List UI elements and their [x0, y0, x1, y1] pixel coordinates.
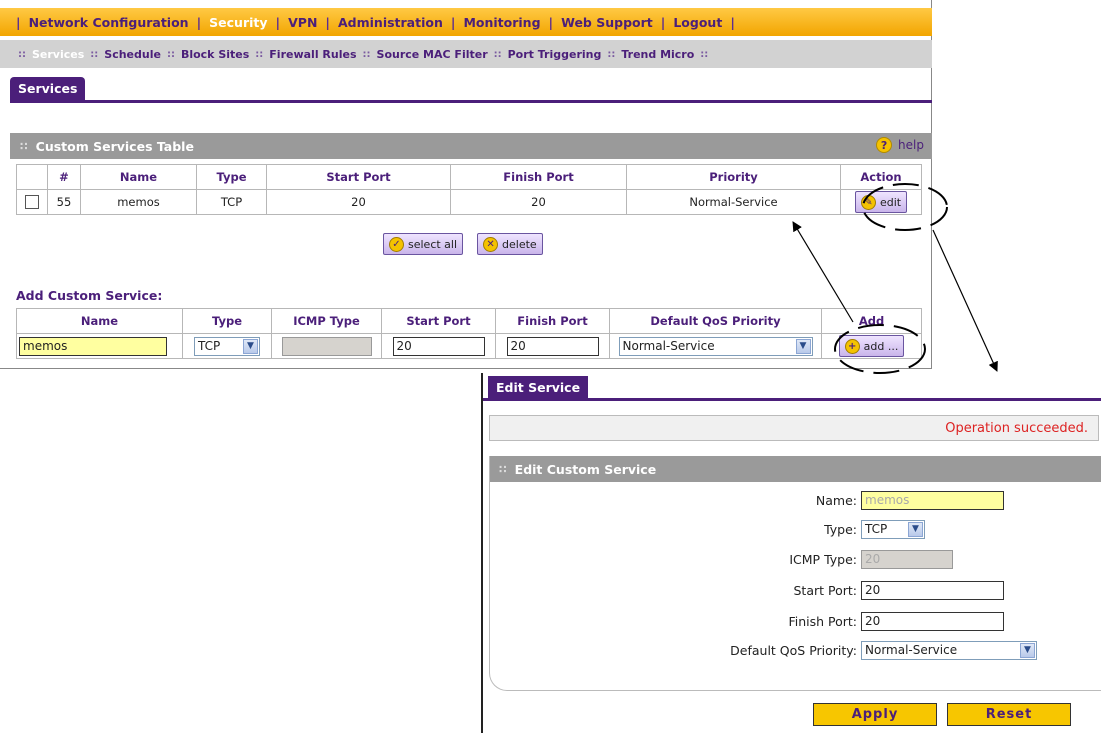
- edit-label: edit: [879, 195, 902, 209]
- nav-vpn[interactable]: VPN: [288, 15, 317, 30]
- grip-icon: ∷: [20, 139, 28, 153]
- nav-monitoring[interactable]: Monitoring: [463, 15, 540, 30]
- icmp-row: ICMP Type: 20: [490, 547, 1090, 571]
- select-all-label: select all: [408, 237, 458, 251]
- edit-form: Name: memos Type: TCP ▼ ICMP Type: 20 St…: [489, 456, 1101, 691]
- tab-services[interactable]: Services: [10, 77, 86, 100]
- priority-row: Default QoS Priority: Normal-Service ▼: [490, 638, 1090, 662]
- subnav-services[interactable]: Services: [32, 48, 84, 61]
- start-port-row: Start Port: 20: [490, 578, 1090, 602]
- nav-network-configuration[interactable]: Network Configuration: [29, 15, 189, 30]
- subnav-port-triggering[interactable]: Port Triggering: [508, 48, 602, 61]
- add-priority-select[interactable]: Normal-Service ▼: [618, 336, 813, 356]
- add-start-port-input[interactable]: 20: [392, 336, 485, 356]
- add-custom-service-label: Add Custom Service:: [16, 288, 163, 303]
- add-label: add ...: [863, 339, 899, 353]
- sub-nav: :: Services :: Schedule :: Block Sites :…: [0, 40, 932, 68]
- table-header-row: # Name Type Start Port Finish Port Prior…: [16, 164, 922, 190]
- edit-icmp-field: 20: [861, 549, 953, 569]
- section-title: Custom Services Table: [35, 138, 194, 154]
- add-finish-port-input[interactable]: 20: [506, 336, 599, 356]
- help-icon: ?: [876, 137, 893, 153]
- add-service-table: Name Type ICMP Type Start Port Finish Po…: [16, 308, 922, 359]
- edit-type-select[interactable]: TCP ▼: [861, 519, 925, 539]
- finish-port-row: Finish Port: 20: [490, 609, 1090, 633]
- edit-finish-port-input[interactable]: 20: [861, 611, 1004, 631]
- col-finish-port: Finish Port: [450, 164, 627, 190]
- cell-priority: Normal-Service: [626, 189, 841, 215]
- subnav-firewall-rules[interactable]: Firewall Rules: [269, 48, 356, 61]
- chevron-down-icon: ▼: [908, 521, 923, 537]
- col-number: #: [47, 164, 81, 190]
- edit-name-field: memos: [861, 490, 1004, 510]
- subnav-trend-micro[interactable]: Trend Micro: [621, 48, 694, 61]
- chevron-down-icon: ▼: [795, 338, 811, 354]
- cell-name: memos: [80, 189, 197, 215]
- edit-tab-strip: Edit Service: [483, 373, 1101, 401]
- col-action: Action: [840, 164, 922, 190]
- edit-start-port-input[interactable]: 20: [861, 580, 1004, 600]
- add-button[interactable]: + add ...: [838, 335, 905, 357]
- col-priority: Priority: [626, 164, 841, 190]
- add-type-select[interactable]: TCP ▼: [194, 336, 260, 356]
- nav-web-support[interactable]: Web Support: [561, 15, 653, 30]
- apply-button[interactable]: Apply: [813, 703, 937, 726]
- add-icmp-input: [281, 336, 372, 356]
- cell-finish-port: 20: [450, 189, 627, 215]
- delete-label: delete: [502, 237, 537, 251]
- col-type: Type: [196, 164, 267, 190]
- x-circle-icon: ✕: [483, 236, 499, 252]
- pencil-icon: ✎: [860, 194, 876, 210]
- nav-administration[interactable]: Administration: [338, 15, 443, 30]
- custom-services-header: ∷ Custom Services Table ? help: [10, 133, 932, 159]
- type-row: Type: TCP ▼: [490, 517, 1090, 541]
- main-nav: | Network Configuration | Security | VPN…: [0, 8, 932, 36]
- check-circle-icon: ✓: [389, 236, 404, 252]
- reset-button[interactable]: Reset: [947, 703, 1071, 726]
- cell-number: 55: [47, 189, 81, 215]
- chevron-down-icon: ▼: [1020, 642, 1035, 658]
- edit-button[interactable]: ✎ edit: [854, 191, 908, 213]
- table-actions: ✓ select all ✕ delete: [383, 233, 543, 255]
- col-name: Name: [80, 164, 197, 190]
- arrow-to-edit-panel: [932, 229, 998, 372]
- add-name-input[interactable]: memos: [19, 336, 167, 356]
- name-row: Name: memos: [490, 488, 1090, 512]
- help-label: help: [898, 138, 924, 152]
- table-row: 55 memos TCP 20 20 Normal-Service ✎ edit: [16, 189, 922, 215]
- services-window: | Network Configuration | Security | VPN…: [0, 0, 932, 369]
- help-link[interactable]: ? help: [876, 137, 924, 153]
- cell-start-port: 20: [266, 189, 451, 215]
- cell-type: TCP: [196, 189, 267, 215]
- nav-logout[interactable]: Logout: [673, 15, 722, 30]
- select-all-button[interactable]: ✓ select all: [383, 233, 464, 255]
- row-checkbox[interactable]: [25, 195, 39, 210]
- nav-security[interactable]: Security: [209, 15, 267, 30]
- add-header-row: Name Type ICMP Type Start Port Finish Po…: [16, 308, 922, 334]
- tab-edit-service[interactable]: Edit Service: [488, 376, 589, 398]
- subnav-source-mac-filter[interactable]: Source MAC Filter: [377, 48, 488, 61]
- plus-circle-icon: +: [844, 338, 860, 354]
- custom-services-table: # Name Type Start Port Finish Port Prior…: [16, 164, 922, 215]
- col-start-port: Start Port: [266, 164, 451, 190]
- chevron-down-icon: ▼: [243, 338, 258, 354]
- edit-priority-select[interactable]: Normal-Service ▼: [861, 640, 1037, 660]
- delete-button[interactable]: ✕ delete: [477, 233, 543, 255]
- add-input-row: memos TCP ▼ 20 20 Normal-Service ▼ + add…: [16, 333, 922, 359]
- edit-service-window: Edit Service Operation succeeded. ∷ Edit…: [481, 373, 1101, 733]
- subnav-schedule[interactable]: Schedule: [104, 48, 161, 61]
- subnav-block-sites[interactable]: Block Sites: [181, 48, 249, 61]
- page-tab-strip: Services: [10, 77, 932, 103]
- status-message: Operation succeeded.: [489, 415, 1099, 441]
